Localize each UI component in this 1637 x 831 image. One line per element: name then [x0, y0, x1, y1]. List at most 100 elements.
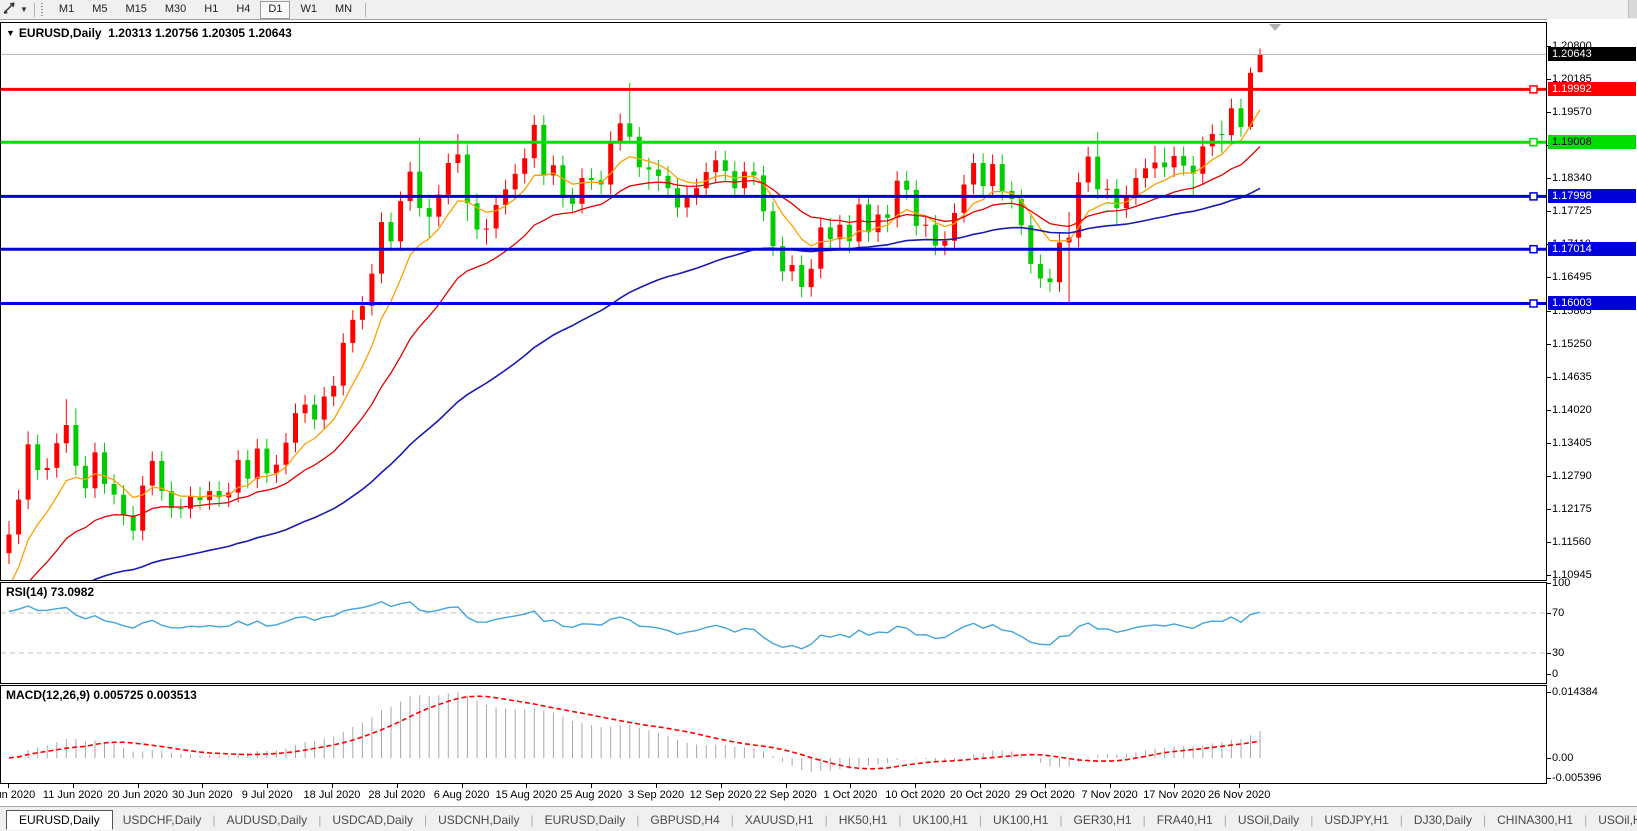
timeframe-button-m15[interactable]: M15	[117, 1, 154, 19]
timeframe-button-w1[interactable]: W1	[292, 1, 325, 19]
rsi-indicator-label: RSI(14) 73.0982	[6, 585, 94, 599]
chart-tab-hk50-h1[interactable]: HK50,H1	[829, 811, 898, 829]
tab-separator: |	[898, 813, 901, 827]
timeframe-button-m1[interactable]: M1	[51, 1, 82, 19]
time-tick	[202, 784, 203, 788]
price-badge-1.19992: 1.19992	[1548, 82, 1636, 96]
macd-indicator-label: MACD(12,26,9) 0.005725 0.003513	[6, 688, 197, 702]
time-tick	[73, 784, 74, 788]
price-tick-label: 1.19570	[1552, 106, 1592, 118]
chart-tab-usdcad-daily[interactable]: USDCAD,Daily	[322, 811, 423, 829]
timeframe-buttons: M1M5M15M30H1H4D1W1MN	[50, 1, 361, 19]
tool-dropdown-arrow-icon[interactable]: ▼	[20, 5, 28, 14]
tab-separator: |	[1224, 813, 1227, 827]
price-badge-1.16003: 1.16003	[1548, 296, 1636, 310]
toolbar-separator	[34, 3, 35, 17]
timeframe-button-d1[interactable]: D1	[260, 1, 290, 19]
timeframe-button-mn[interactable]: MN	[327, 1, 360, 19]
time-tick	[462, 784, 463, 788]
chart-title-ohlc: 1.20313 1.20756 1.20305 1.20643	[108, 26, 292, 40]
mt4-chart-window: ▼ M1M5M15M30H1H4D1W1MN ▼ EURUSD,Daily 1.2…	[0, 0, 1637, 831]
main-chart-pane[interactable]	[0, 22, 1547, 581]
time-tick	[786, 784, 787, 788]
rsi-tick-label: 100	[1552, 577, 1570, 589]
price-tick-label: 1.12175	[1552, 503, 1592, 515]
time-tick	[397, 784, 398, 788]
chart-tab-bar: EURUSD,DailyUSDCHF,Daily|AUDUSD,Daily|US…	[0, 806, 1637, 831]
time-tick	[1174, 784, 1175, 788]
price-badge-1.20643: 1.20643	[1548, 47, 1636, 61]
chart-tab-eurusd-daily[interactable]: EURUSD,Daily	[6, 810, 113, 830]
toolbar-grip-handle[interactable]	[41, 3, 45, 16]
time-tick	[850, 784, 851, 788]
price-badge-1.17998: 1.17998	[1548, 189, 1636, 203]
tab-separator: |	[636, 813, 639, 827]
macd-tick-label: -0.005396	[1552, 772, 1602, 784]
time-tick	[138, 784, 139, 788]
macd-pane[interactable]	[0, 685, 1547, 784]
chart-tab-eurusd-daily[interactable]: EURUSD,Daily	[535, 811, 636, 829]
time-tick	[267, 784, 268, 788]
chart-tab-audusd-daily[interactable]: AUDUSD,Daily	[217, 811, 318, 829]
chart-tab-usoil-daily[interactable]: USOil,Daily	[1228, 811, 1309, 829]
timeframe-button-m30[interactable]: M30	[157, 1, 194, 19]
macd-tick-label: 0.00	[1552, 752, 1573, 764]
chart-tab-uk100-h1[interactable]: UK100,H1	[903, 811, 978, 829]
price-tick-label: 1.14020	[1552, 404, 1592, 416]
tab-separator: |	[1483, 813, 1486, 827]
toolbar-right-cap	[1628, 0, 1637, 18]
title-collapse-icon[interactable]: ▼	[6, 28, 15, 38]
tab-separator: |	[1584, 813, 1587, 827]
ma-mid-line	[9, 146, 1260, 580]
tab-separator: |	[424, 813, 427, 827]
rsi-pane[interactable]	[0, 582, 1547, 684]
tab-separator: |	[1143, 813, 1146, 827]
chart-tab-usdjpy-h1[interactable]: USDJPY,H1	[1314, 811, 1398, 829]
time-tick	[1045, 784, 1046, 788]
chart-shift-marker-icon[interactable]	[1269, 24, 1281, 31]
tab-separator: |	[825, 813, 828, 827]
timeframe-button-h1[interactable]: H1	[196, 1, 226, 19]
chart-tab-dj30-daily[interactable]: DJ30,Daily	[1404, 811, 1482, 829]
macd-signal-line	[9, 696, 1260, 769]
time-tick	[1239, 784, 1240, 788]
timeframe-button-m5[interactable]: M5	[84, 1, 115, 19]
chart-tab-usdchf-daily[interactable]: USDCHF,Daily	[113, 811, 212, 829]
time-tick	[332, 784, 333, 788]
price-axis[interactable]: 1.208001.201851.195701.189551.183401.177…	[1547, 19, 1637, 784]
ma-slow-line	[9, 188, 1260, 580]
ma-fast-line	[9, 110, 1260, 580]
price-badge-1.19008: 1.19008	[1548, 135, 1636, 149]
rsi-tick-label: 30	[1552, 647, 1564, 659]
chart-tab-usoil-h1[interactable]: USOil,H1	[1588, 811, 1637, 829]
price-tick-label: 1.15250	[1552, 338, 1592, 350]
chart-tab-uk100-h1[interactable]: UK100,H1	[983, 811, 1058, 829]
chart-tab-usdcnh-daily[interactable]: USDCNH,Daily	[428, 811, 529, 829]
chart-tab-china300-h1[interactable]: CHINA300,H1	[1487, 811, 1583, 829]
time-tick-label: 26 Nov 2020	[1194, 789, 1284, 801]
price-tick-label: 1.11560	[1552, 536, 1591, 548]
timeframe-button-h4[interactable]: H4	[228, 1, 258, 19]
chart-tab-gbpusd-h4[interactable]: GBPUSD,H4	[640, 811, 729, 829]
price-tick-label: 1.17725	[1552, 205, 1592, 217]
rsi-tick-label: 0	[1552, 668, 1558, 680]
timeframe-toolbar: ▼ M1M5M15M30H1H4D1W1MN	[0, 0, 1637, 20]
tab-separator: |	[731, 813, 734, 827]
price-tick-label: 1.14635	[1552, 371, 1592, 383]
chart-tab-xauusd-h1[interactable]: XAUUSD,H1	[735, 811, 824, 829]
tab-separator: |	[1310, 813, 1313, 827]
tab-separator: |	[318, 813, 321, 827]
time-tick	[8, 784, 9, 788]
chart-title-symbol: EURUSD,Daily	[19, 26, 102, 40]
chart-tab-fra40-h1[interactable]: FRA40,H1	[1147, 811, 1223, 829]
time-tick	[915, 784, 916, 788]
chart-tab-ger30-h1[interactable]: GER30,H1	[1064, 811, 1142, 829]
time-tick	[526, 784, 527, 788]
crosshair-cursor-icon[interactable]	[3, 1, 17, 19]
time-axis[interactable]: 2 Jun 202011 Jun 202020 Jun 202030 Jun 2…	[0, 784, 1547, 806]
macd-tick-label: 0.014384	[1552, 686, 1598, 698]
price-tick-label: 1.13405	[1552, 437, 1592, 449]
time-tick	[721, 784, 722, 788]
tab-separator: |	[1059, 813, 1062, 827]
time-tick	[591, 784, 592, 788]
